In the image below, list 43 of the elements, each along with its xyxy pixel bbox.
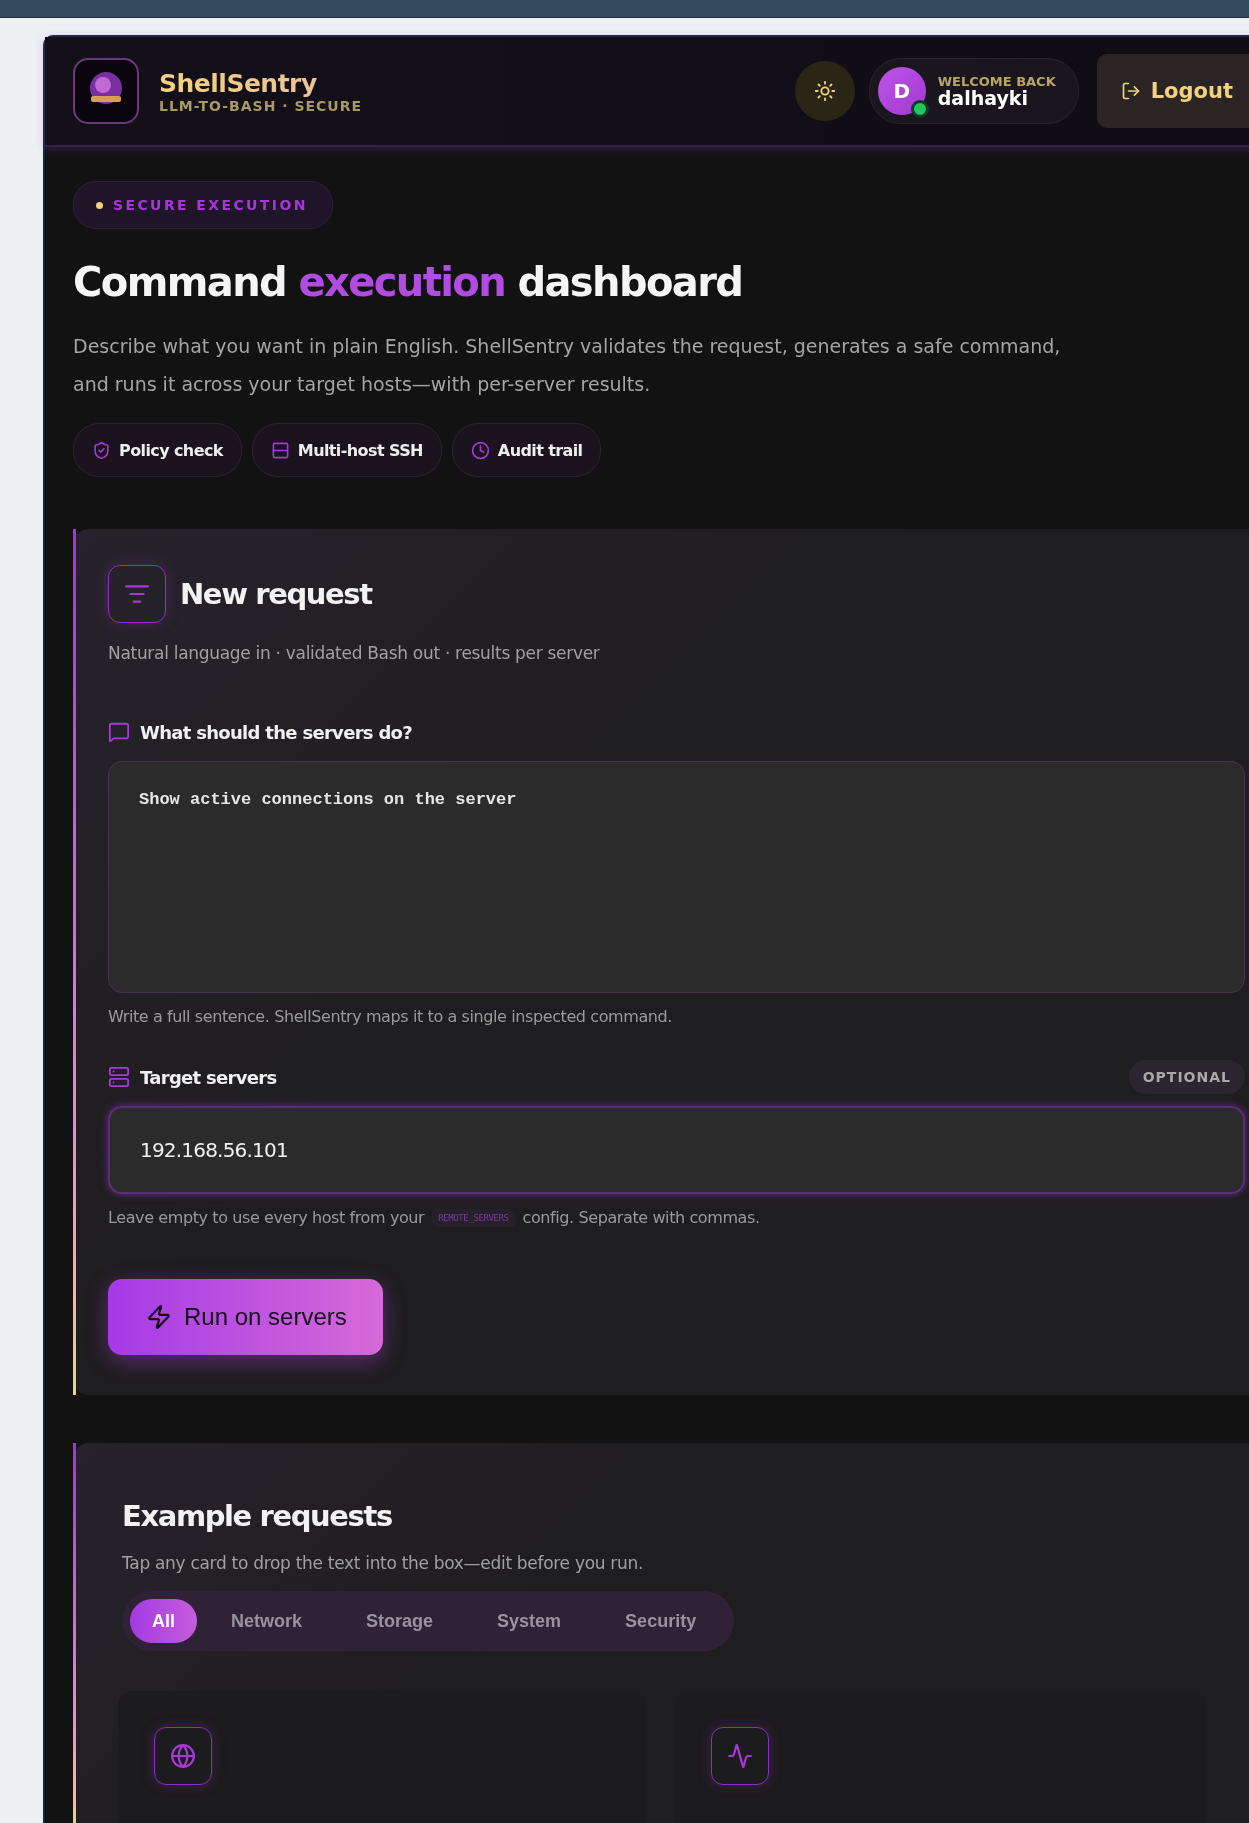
helper-text: Leave empty to use every host from your <box>108 1208 425 1227</box>
servers-input[interactable]: 192.168.56.101 <box>108 1106 1245 1194</box>
field-label: Target servers <box>140 1066 278 1088</box>
filter-lines-icon <box>108 565 166 623</box>
chip-label: Policy check <box>119 440 223 460</box>
card-title: Example requests <box>122 1499 393 1533</box>
clock-icon <box>470 440 490 460</box>
filter-tab[interactable]: Security <box>595 1599 727 1643</box>
filter-tab[interactable]: Network <box>201 1599 333 1643</box>
filter-tab[interactable]: System <box>467 1599 592 1643</box>
badge-dot-icon <box>96 201 103 209</box>
logo-icon <box>73 58 139 124</box>
card-subtitle: Natural language in · validated Bash out · results per server <box>108 643 601 663</box>
pulse-icon <box>727 1743 753 1769</box>
field-label: What should the servers do? <box>140 721 413 743</box>
card-subtitle: Tap any card to drop the text into the box—edit before you run. <box>122 1553 645 1573</box>
filter-tab[interactable]: Storage <box>336 1599 464 1643</box>
run-button[interactable]: Run on servers <box>108 1279 383 1355</box>
card-title: New request <box>180 577 372 611</box>
config-key: REMOTE_SERVERS <box>432 1208 515 1227</box>
globe-icon <box>170 1743 196 1769</box>
badge-label: SECURE EXECUTION <box>113 197 308 213</box>
chip-label: Audit trail <box>497 440 583 460</box>
welcome-label: WELCOME BACK <box>937 74 1056 89</box>
shield-icon <box>92 440 111 460</box>
page-title: Command execution dashboard <box>73 259 744 305</box>
sun-icon <box>813 80 836 102</box>
bolt-icon <box>146 1304 172 1330</box>
logout-button[interactable]: Logout <box>1096 54 1249 128</box>
message-icon <box>108 721 130 743</box>
user-name: dalhayki <box>937 89 1029 108</box>
page-description: Describe what you want in plain English. ShellSentry validates the request, generates a safe command, and runs it across your target hosts—with per-server results. <box>73 334 1062 397</box>
helper-text: Write a full sentence. ShellSentry maps it to a single inspected command. <box>108 1007 673 1026</box>
logout-icon <box>1120 81 1141 101</box>
server-icon <box>108 1066 130 1088</box>
filter-tab[interactable]: All <box>130 1599 197 1643</box>
brand-tagline: LLM-TO-BASH · SECURE <box>159 97 364 114</box>
chip-label: Multi-host SSH <box>297 440 423 460</box>
server-icon <box>270 440 290 460</box>
avatar: D <box>877 67 926 115</box>
helper-text: config. Separate with commas. <box>522 1208 760 1227</box>
optional-tag: OPTIONAL <box>1128 1060 1245 1094</box>
request-textarea[interactable]: Show active connections on the server <box>108 761 1245 993</box>
